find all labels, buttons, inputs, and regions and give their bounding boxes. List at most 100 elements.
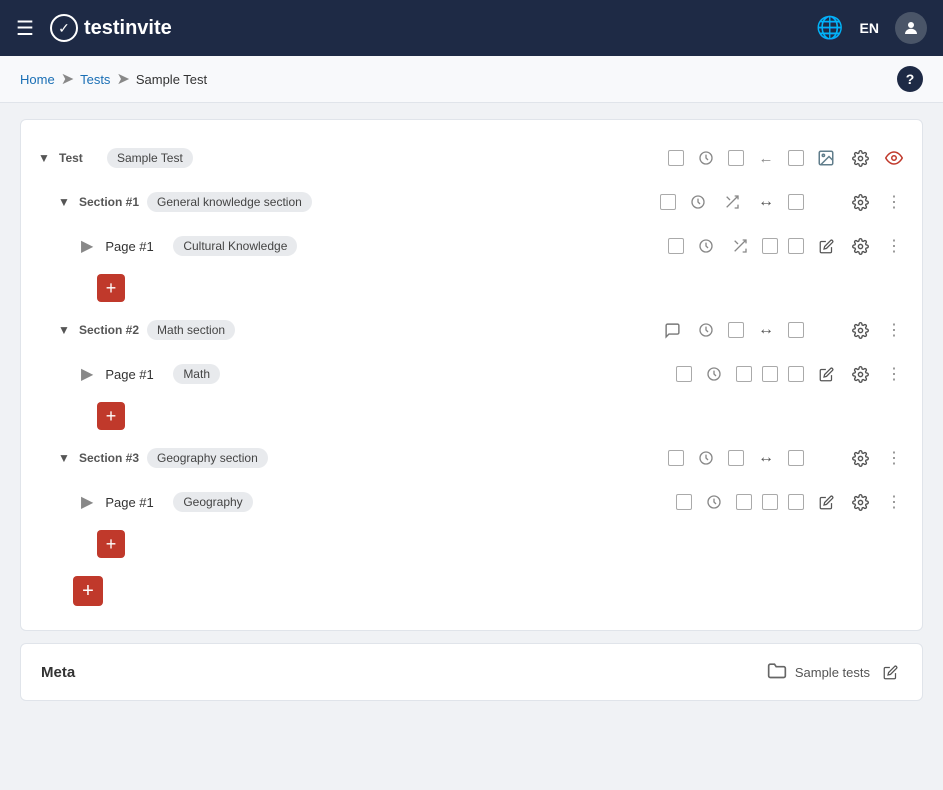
page-3-1-label: Page #1 xyxy=(105,495,165,510)
add-page-2-button[interactable]: + xyxy=(97,402,125,430)
test-expand-icon[interactable]: ▼ xyxy=(37,151,51,165)
section-1-left: ▼ Section #1 General knowledge section xyxy=(57,192,660,212)
page-3-1-left: ▶ Page #1 Geography xyxy=(81,492,676,512)
globe-icon[interactable]: 🌐 xyxy=(816,15,843,41)
help-button[interactable]: ? xyxy=(897,66,923,92)
section-2-expand-icon[interactable]: ▼ xyxy=(57,323,71,337)
p3-checkbox-1[interactable] xyxy=(676,494,692,510)
add-page-3-button[interactable]: + xyxy=(97,530,125,558)
test-back-icon[interactable]: ← xyxy=(754,146,778,170)
add-section-button[interactable]: + xyxy=(73,576,103,606)
test-checkbox-1[interactable] xyxy=(668,150,684,166)
p2-checkbox-3[interactable] xyxy=(762,366,778,382)
section-3-left: ▼ Section #3 Geography section xyxy=(57,448,668,468)
test-checkbox-2[interactable] xyxy=(728,150,744,166)
s3-checkbox-3[interactable] xyxy=(788,450,804,466)
section-1-badge: General knowledge section xyxy=(147,192,312,212)
p1-checkbox-3[interactable] xyxy=(788,238,804,254)
s1-checkbox-2[interactable] xyxy=(788,194,804,210)
p3-clock-icon[interactable] xyxy=(702,490,726,514)
s2-checkbox-1[interactable] xyxy=(728,322,744,338)
meta-folder-label: Sample tests xyxy=(795,665,870,680)
page-3-1-row: ▶ Page #1 Geography ⋮ xyxy=(21,480,922,524)
s3-checkbox-2[interactable] xyxy=(728,450,744,466)
s1-settings-icon[interactable] xyxy=(848,190,872,214)
p1-more-icon[interactable]: ⋮ xyxy=(882,234,906,258)
hamburger-icon[interactable]: ☰ xyxy=(16,16,34,41)
section-3-label: Section #3 xyxy=(79,451,139,465)
s1-more-icon[interactable]: ⋮ xyxy=(882,190,906,214)
s3-settings-icon[interactable] xyxy=(848,446,872,470)
add-page-2-row: + xyxy=(21,396,922,436)
test-clock-icon[interactable] xyxy=(694,146,718,170)
p1-checkbox-2[interactable] xyxy=(762,238,778,254)
page-2-1-label: Page #1 xyxy=(105,367,165,382)
section-3-expand-icon[interactable]: ▼ xyxy=(57,451,71,465)
s2-clock-icon[interactable] xyxy=(694,318,718,342)
section-2-label: Section #2 xyxy=(79,323,139,337)
p3-checkbox-3[interactable] xyxy=(762,494,778,510)
p3-edit-icon[interactable] xyxy=(814,490,838,514)
p3-checkbox-4[interactable] xyxy=(788,494,804,510)
p2-edit-icon[interactable] xyxy=(814,362,838,386)
logo-text: testinvite xyxy=(84,17,172,40)
logo-icon: ✓ xyxy=(50,14,78,42)
s2-checkbox-2[interactable] xyxy=(788,322,804,338)
section-3-row: ▼ Section #3 Geography section ↔ ⋮ xyxy=(21,436,922,480)
breadcrumb-home[interactable]: Home xyxy=(20,72,55,87)
breadcrumb-arrow-2: ➤ xyxy=(116,69,129,89)
page-2-1-left: ▶ Page #1 Math xyxy=(81,364,676,384)
s1-shuffle-icon[interactable] xyxy=(720,190,744,214)
page-2-1-right: ⋮ xyxy=(676,362,906,386)
breadcrumb-tests[interactable]: Tests xyxy=(80,72,110,87)
p2-settings-icon[interactable] xyxy=(848,362,872,386)
page-1-1-badge: Cultural Knowledge xyxy=(173,236,297,256)
s3-more-icon[interactable]: ⋮ xyxy=(882,446,906,470)
test-image-icon[interactable] xyxy=(814,146,838,170)
breadcrumb-arrow-1: ➤ xyxy=(61,69,74,89)
meta-edit-icon[interactable] xyxy=(878,660,902,684)
section-2-right: ↔ ⋮ xyxy=(660,318,906,342)
s1-checkbox-1[interactable] xyxy=(660,194,676,210)
section-1-label: Section #1 xyxy=(79,195,139,209)
add-page-1-button[interactable]: + xyxy=(97,274,125,302)
s3-clock-icon[interactable] xyxy=(694,446,718,470)
p3-checkbox-2[interactable] xyxy=(736,494,752,510)
header-left: ☰ ✓ testinvite xyxy=(16,14,172,42)
s2-chat-icon[interactable] xyxy=(660,318,684,342)
section-1-expand-icon[interactable]: ▼ xyxy=(57,195,71,209)
p2-checkbox-2[interactable] xyxy=(736,366,752,382)
p2-checkbox-1[interactable] xyxy=(676,366,692,382)
p1-shuffle-icon[interactable] xyxy=(728,234,752,258)
s2-arrows-icon[interactable]: ↔ xyxy=(754,318,778,342)
test-checkbox-3[interactable] xyxy=(788,150,804,166)
p2-checkbox-4[interactable] xyxy=(788,366,804,382)
s2-settings-icon[interactable] xyxy=(848,318,872,342)
p2-more-icon[interactable]: ⋮ xyxy=(882,362,906,386)
logo-check-icon: ✓ xyxy=(58,20,70,37)
test-settings-icon[interactable] xyxy=(848,146,872,170)
page-2-1-marker: ▶ xyxy=(81,364,93,384)
test-eye-icon[interactable] xyxy=(882,146,906,170)
s3-checkbox-1[interactable] xyxy=(668,450,684,466)
p1-settings-icon[interactable] xyxy=(848,234,872,258)
s1-clock-icon[interactable] xyxy=(686,190,710,214)
section-1-row: ▼ Section #1 General knowledge section ↔ xyxy=(21,180,922,224)
breadcrumb-bar: Home ➤ Tests ➤ Sample Test ? xyxy=(0,56,943,103)
s2-more-icon[interactable]: ⋮ xyxy=(882,318,906,342)
user-avatar[interactable] xyxy=(895,12,927,44)
p1-edit-icon[interactable] xyxy=(814,234,838,258)
p2-clock-icon[interactable] xyxy=(702,362,726,386)
p1-checkbox-1[interactable] xyxy=(668,238,684,254)
language-selector[interactable]: EN xyxy=(860,20,879,36)
p1-clock-icon[interactable] xyxy=(694,234,718,258)
test-tree-card: ▼ Test Sample Test ← xyxy=(20,119,923,631)
s1-arrows-icon[interactable]: ↔ xyxy=(754,190,778,214)
add-page-3-row: + xyxy=(21,524,922,564)
s3-arrows-icon[interactable]: ↔ xyxy=(754,446,778,470)
p3-more-icon[interactable]: ⋮ xyxy=(882,490,906,514)
meta-right: Sample tests xyxy=(767,660,902,684)
page-1-1-row: ▶ Page #1 Cultural Knowledge xyxy=(21,224,922,268)
test-row-left: ▼ Test Sample Test xyxy=(37,148,668,168)
p3-settings-icon[interactable] xyxy=(848,490,872,514)
